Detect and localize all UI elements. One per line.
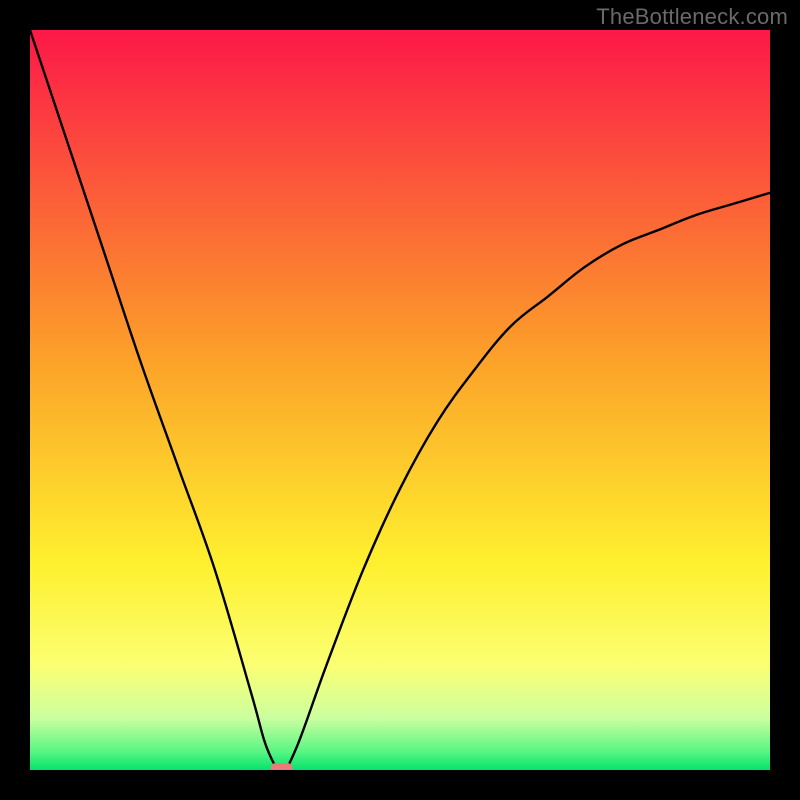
chart-frame: TheBottleneck.com (0, 0, 800, 800)
chart-svg (30, 30, 770, 770)
gradient-background (30, 30, 770, 770)
watermark-text: TheBottleneck.com (596, 4, 788, 30)
min-marker (271, 763, 293, 770)
plot-area (30, 30, 770, 770)
